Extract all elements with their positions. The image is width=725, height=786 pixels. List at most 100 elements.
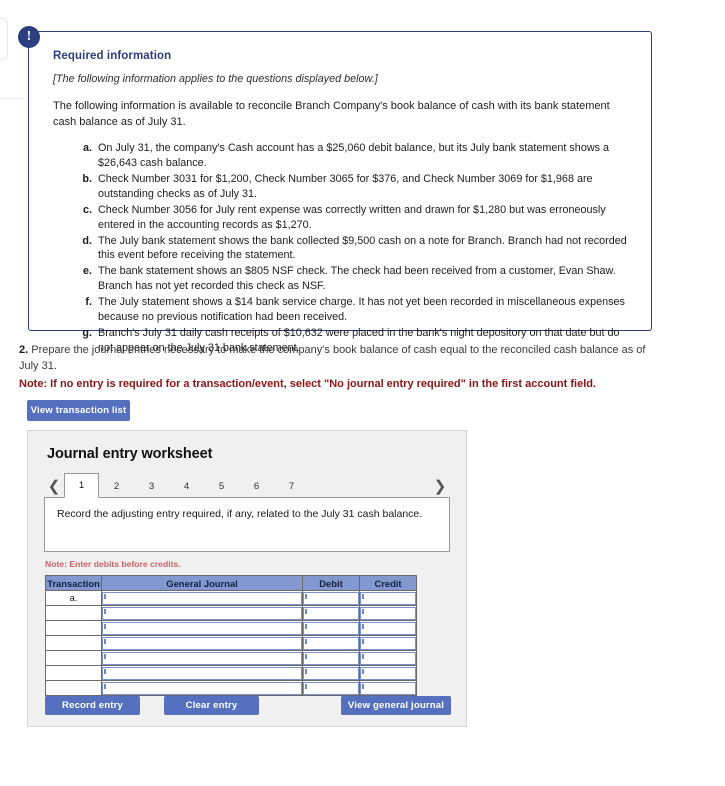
table-row [45,605,417,621]
worksheet-pager: ❮ 1 2 3 4 5 6 7 ❯ [28,473,466,498]
required-information-title: Required information [53,50,172,62]
debit-cell[interactable] [302,620,360,636]
table-header-row: Transaction General Journal Debit Credit [45,575,417,591]
account-select-7[interactable] [102,681,302,695]
column-header-credit: Credit [359,575,417,591]
list-item: The July bank statement shows the bank c… [95,234,629,264]
facts-list: On July 31, the company's Cash account h… [53,141,629,355]
debit-input-7[interactable] [303,681,359,695]
general-journal-cell[interactable] [101,605,303,621]
applies-note: [The following information applies to th… [53,73,378,85]
account-select-4[interactable] [102,636,302,650]
debit-input-3[interactable] [303,621,359,635]
debit-input-5[interactable] [303,651,359,665]
question-number: 2. [19,344,29,356]
view-general-journal-button[interactable]: View general journal [341,696,451,715]
question-body: Prepare the journal entries necessary to… [19,344,646,372]
debit-cell[interactable] [302,650,360,666]
general-journal-cell[interactable] [101,635,303,651]
column-header-transaction: Transaction [45,575,102,591]
question-note: Note: If no entry is required for a tran… [19,377,597,390]
required-information-callout: Required information [The following info… [28,31,652,354]
debit-input-1[interactable] [303,591,359,605]
journal-table-wrapper: Transaction General Journal Debit Credit… [45,575,417,696]
pager-tab-4[interactable]: 4 [169,473,204,498]
debit-input-4[interactable] [303,636,359,650]
credit-cell[interactable] [359,635,417,651]
pager-tab-5[interactable]: 5 [204,473,239,498]
account-select-5[interactable] [102,651,302,665]
credit-input-2[interactable] [360,606,416,620]
account-select-6[interactable] [102,666,302,680]
record-entry-button[interactable]: Record entry [45,696,140,715]
credit-cell[interactable] [359,665,417,681]
column-header-debit: Debit [302,575,360,591]
journal-entry-worksheet-panel: Journal entry worksheet ❮ 1 2 3 4 5 6 7 … [27,430,467,727]
account-select-2[interactable] [102,606,302,620]
credit-input-4[interactable] [360,636,416,650]
pager-tab-6[interactable]: 6 [239,473,274,498]
assignment-page: ! Required information [The following in… [0,0,725,786]
account-select-1[interactable] [102,591,302,605]
account-select-3[interactable] [102,621,302,635]
debits-before-credits-note: Note: Enter debits before credits. [45,559,181,569]
general-journal-cell[interactable] [101,665,303,681]
worksheet-title: Journal entry worksheet [47,446,213,462]
debit-cell[interactable] [302,605,360,621]
list-item: Check Number 3056 for July rent expense … [95,203,629,233]
general-journal-cell[interactable] [101,680,303,696]
credit-input-6[interactable] [360,666,416,680]
view-transaction-list-button[interactable]: View transaction list [27,400,130,421]
debit-cell[interactable] [302,590,360,606]
left-edge-card-stub [0,18,8,60]
credit-cell[interactable] [359,590,417,606]
list-item: The bank statement shows an $805 NSF che… [95,264,629,294]
table-row [45,650,417,666]
table-row [45,620,417,636]
credit-cell[interactable] [359,605,417,621]
journal-table-body: a. [45,590,417,696]
worksheet-instruction: Record the adjusting entry required, if … [44,497,450,552]
debit-input-6[interactable] [303,666,359,680]
credit-cell[interactable] [359,650,417,666]
question-text: 2. Prepare the journal entries necessary… [19,343,667,375]
list-item: On July 31, the company's Cash account h… [95,141,629,171]
general-journal-cell[interactable] [101,650,303,666]
column-header-general-journal: General Journal [101,575,303,591]
clear-entry-button[interactable]: Clear entry [164,696,259,715]
pager-tab-2[interactable]: 2 [99,473,134,498]
chevron-left-icon[interactable]: ❮ [44,473,64,498]
general-journal-cell[interactable] [101,590,303,606]
transaction-label [45,620,102,636]
debit-cell[interactable] [302,680,360,696]
credit-cell[interactable] [359,620,417,636]
question-block: 2. Prepare the journal entries necessary… [19,343,667,392]
credit-cell[interactable] [359,680,417,696]
transaction-label [45,680,102,696]
debit-input-2[interactable] [303,606,359,620]
transaction-label [45,605,102,621]
credit-input-5[interactable] [360,651,416,665]
pager-tab-3[interactable]: 3 [134,473,169,498]
table-row [45,665,417,681]
transaction-label: a. [45,590,102,606]
debit-cell[interactable] [302,665,360,681]
chevron-right-icon[interactable]: ❯ [430,473,450,498]
transaction-label [45,665,102,681]
table-row: a. [45,590,417,606]
credit-input-1[interactable] [360,591,416,605]
journal-entry-table: Transaction General Journal Debit Credit… [45,575,417,696]
general-journal-cell[interactable] [101,620,303,636]
worksheet-actions: Record entry Clear entry View general jo… [28,696,468,716]
callout-lead-text: The following information is available t… [53,100,610,128]
table-row [45,680,417,696]
credit-input-7[interactable] [360,681,416,695]
pager-tab-7[interactable]: 7 [274,473,309,498]
credit-input-3[interactable] [360,621,416,635]
pager-tab-1[interactable]: 1 [64,473,99,498]
transaction-label [45,650,102,666]
list-item: Check Number 3031 for $1,200, Check Numb… [95,172,629,202]
exclamation-icon: ! [18,26,40,48]
debit-cell[interactable] [302,635,360,651]
left-edge-divider [0,98,22,99]
